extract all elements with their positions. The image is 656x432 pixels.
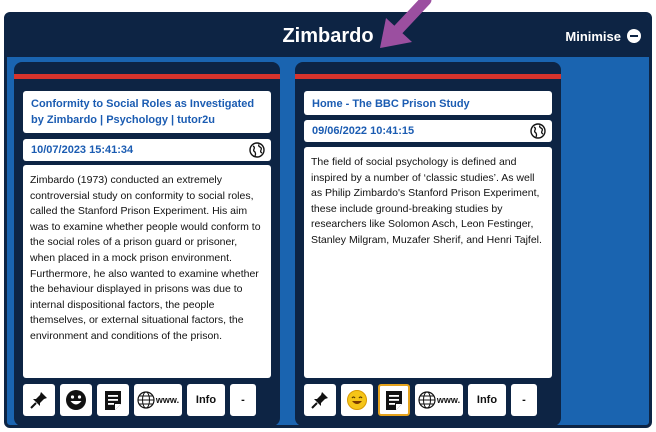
smiley-icon [65, 389, 87, 411]
pin-icon [29, 390, 49, 410]
minimise-button[interactable]: Minimise [565, 15, 641, 57]
card-title[interactable]: Home - The BBC Prison Study [304, 91, 552, 115]
pin-icon [310, 390, 330, 410]
globe-icon[interactable] [530, 123, 546, 139]
minus-circle-icon [627, 29, 641, 43]
dropdown-button[interactable]: - [511, 384, 537, 416]
www-globe-icon: www. [137, 391, 179, 409]
card-toolbar: www. Info - [23, 383, 271, 417]
note-card-1: Conformity to Social Roles as Investigat… [14, 62, 280, 425]
dropdown-button[interactable]: - [230, 384, 256, 416]
annotation-arrow [380, 0, 432, 48]
card-body: Zimbardo (1973) conducted an extremely c… [23, 165, 271, 378]
pin-button[interactable] [23, 384, 55, 416]
emoji-button[interactable] [60, 384, 92, 416]
note-icon [384, 389, 404, 411]
note-card-2: Home - The BBC Prison Study 09/06/2022 1… [295, 62, 561, 425]
card-body: The field of social psychology is define… [304, 147, 552, 378]
card-date: 10/07/2023 15:41:34 [31, 144, 134, 156]
info-button[interactable]: Info [468, 384, 506, 416]
notes-button[interactable] [378, 384, 410, 416]
pin-button[interactable] [304, 384, 336, 416]
card-title[interactable]: Conformity to Social Roles as Investigat… [23, 91, 271, 133]
notes-button[interactable] [97, 384, 129, 416]
web-link-button[interactable]: www. [134, 384, 182, 416]
note-icon [103, 389, 123, 411]
emoji-button[interactable] [341, 384, 373, 416]
web-link-button[interactable]: www. [415, 384, 463, 416]
zimbardo-window: Zimbardo Minimise Conformity to Social R… [4, 12, 652, 428]
www-label: www. [436, 395, 461, 405]
card-date-row: 09/06/2022 10:41:15 [304, 120, 552, 142]
card-accent-bar [295, 74, 561, 79]
minimise-label: Minimise [565, 28, 621, 44]
card-accent-bar [14, 74, 280, 79]
grin-emoji-icon [346, 389, 368, 411]
window-title: Zimbardo [282, 25, 374, 47]
window-titlebar: Zimbardo Minimise [7, 15, 649, 57]
card-toolbar: www. Info - [304, 383, 552, 417]
card-date-row: 10/07/2023 15:41:34 [23, 139, 271, 161]
card-date: 09/06/2022 10:41:15 [312, 125, 415, 137]
www-label: www. [155, 395, 180, 405]
info-button[interactable]: Info [187, 384, 225, 416]
globe-icon[interactable] [249, 142, 265, 158]
www-globe-icon: www. [418, 391, 460, 409]
